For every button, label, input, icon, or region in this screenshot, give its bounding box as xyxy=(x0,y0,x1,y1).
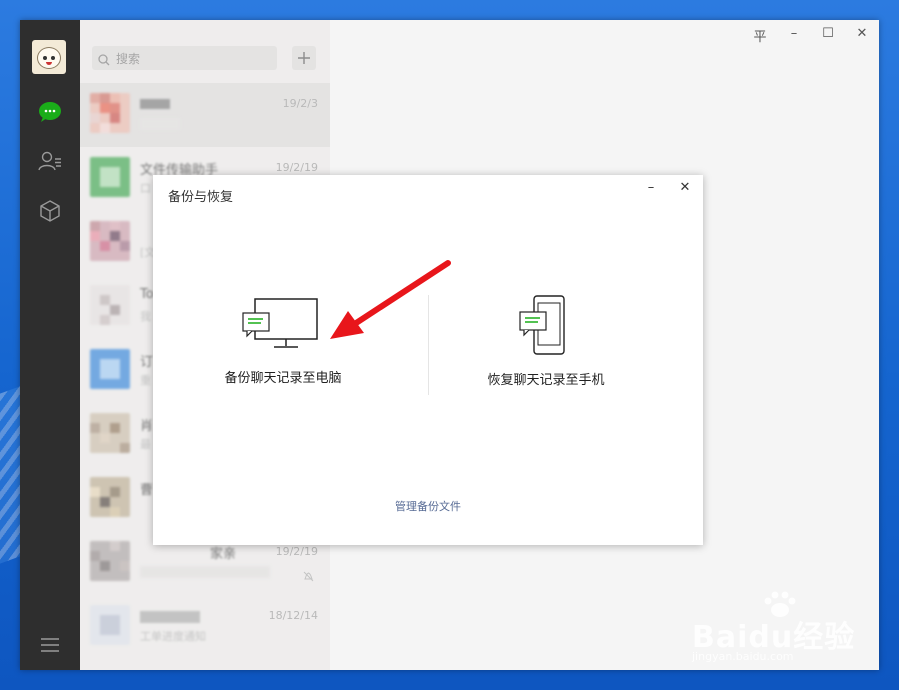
backup-restore-dialog: 备份与恢复 – ✕ 备份聊天记录至电脑 恢复聊天记录至手机 管理备份文件 xyxy=(153,175,703,545)
pin-button[interactable]: 平 xyxy=(748,26,772,45)
chat-icon[interactable] xyxy=(37,99,63,125)
contact-avatar xyxy=(90,349,130,389)
contact-avatar xyxy=(90,541,130,581)
search-input[interactable]: 搜索 xyxy=(92,46,277,70)
restore-to-phone-label: 恢复聊天记录至手机 xyxy=(487,373,605,388)
contact-avatar xyxy=(90,93,130,133)
dialog-title: 备份与恢复 xyxy=(168,190,234,205)
chat-preview: 重 xyxy=(140,374,151,387)
contact-avatar xyxy=(90,413,130,453)
search-icon xyxy=(98,51,110,70)
red-arrow-annotation xyxy=(320,255,460,349)
search-placeholder: 搜索 xyxy=(116,52,141,66)
chat-preview: 我 xyxy=(140,310,151,323)
chat-list-item[interactable]: 19/2/3 xyxy=(80,83,330,147)
contacts-icon[interactable] xyxy=(37,148,63,174)
chat-name: 曹 xyxy=(140,483,154,498)
contact-avatar xyxy=(90,477,130,517)
baidu-jingyan-watermark: Baidu经验 jingyan.baidu.com xyxy=(690,590,890,670)
add-button[interactable] xyxy=(292,46,316,70)
nav-sidebar xyxy=(20,20,80,670)
chat-preview: 最 xyxy=(140,438,151,451)
maximize-button[interactable]: ☐ xyxy=(816,26,840,41)
chat-date: 19/2/19 xyxy=(275,161,318,174)
restore-to-phone-option[interactable]: 恢复聊天记录至手机 xyxy=(436,295,656,388)
avatar[interactable] xyxy=(32,40,66,74)
watermark-url: jingyan.baidu.com xyxy=(692,650,794,663)
chat-name: 家亲 xyxy=(210,547,237,562)
contact-avatar xyxy=(90,221,130,261)
contact-avatar xyxy=(90,605,130,645)
dialog-close-button[interactable]: ✕ xyxy=(675,180,695,195)
manage-backup-files-link[interactable]: 管理备份文件 xyxy=(153,498,703,514)
chat-date: 19/2/3 xyxy=(282,97,318,110)
chat-preview: 口 xyxy=(140,182,151,195)
menu-icon[interactable] xyxy=(37,632,63,658)
backup-to-pc-label: 备份聊天记录至电脑 xyxy=(224,371,342,386)
contact-avatar xyxy=(90,157,130,197)
mini-program-box-icon[interactable] xyxy=(37,198,63,224)
minimize-button[interactable]: – xyxy=(782,26,806,41)
phone-icon xyxy=(436,295,656,361)
close-button[interactable]: ✕ xyxy=(850,26,874,41)
plus-icon xyxy=(298,52,310,64)
chat-preview: 工单进度通知 xyxy=(140,630,206,643)
contact-avatar xyxy=(90,285,130,325)
chat-name: To xyxy=(140,287,154,302)
chat-date: 18/12/14 xyxy=(268,609,318,622)
chat-list-item[interactable]: 18/12/14 工单进度通知 xyxy=(80,595,330,659)
chat-name: 肖 xyxy=(140,419,154,434)
chat-date: 19/2/19 xyxy=(275,545,318,558)
mute-icon xyxy=(303,567,314,586)
chat-name: 订 xyxy=(140,355,154,370)
dialog-minimize-button[interactable]: – xyxy=(641,180,661,195)
